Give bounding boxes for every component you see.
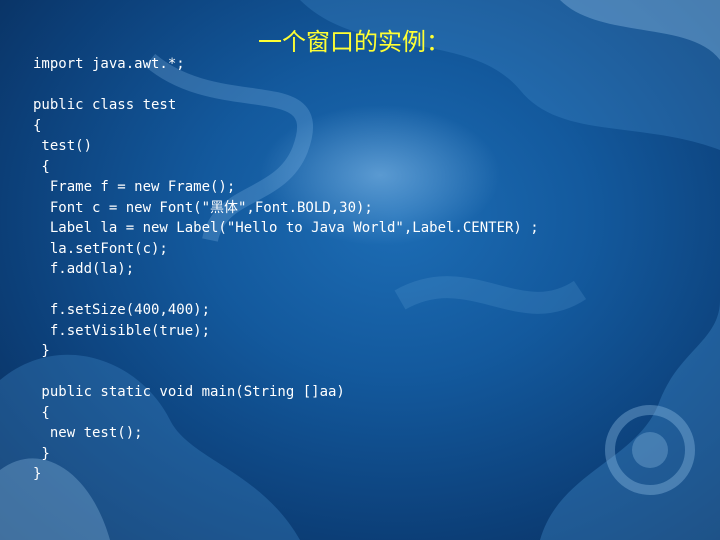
code-line: Label la = new Label("Hello to Java Worl… — [33, 220, 539, 236]
code-line: f.add(la); — [33, 261, 135, 277]
code-line: la.setFont(c); — [33, 240, 168, 257]
code-line: f.setSize(400,400); — [33, 302, 211, 318]
code-line: { — [33, 404, 50, 421]
code-line: import java.awt.*; — [33, 56, 185, 72]
code-line: public class test — [33, 97, 177, 113]
code-line: } — [33, 445, 50, 462]
code-line: Font c = new Font("黑体",Font.BOLD,30); — [33, 199, 373, 216]
code-line: f.setVisible(true); — [33, 322, 211, 339]
code-line: new test(); — [33, 425, 143, 441]
code-line: { — [33, 117, 42, 134]
code-line: { — [33, 158, 50, 175]
code-line: } — [33, 466, 42, 482]
code-line: } — [33, 343, 50, 359]
code-line: Frame f = new Frame(); — [33, 179, 236, 195]
code-line: test() — [33, 138, 93, 154]
code-block: import java.awt.*; public class test { tes… — [33, 54, 633, 485]
code-line: public static void main(String []aa) — [33, 384, 345, 400]
